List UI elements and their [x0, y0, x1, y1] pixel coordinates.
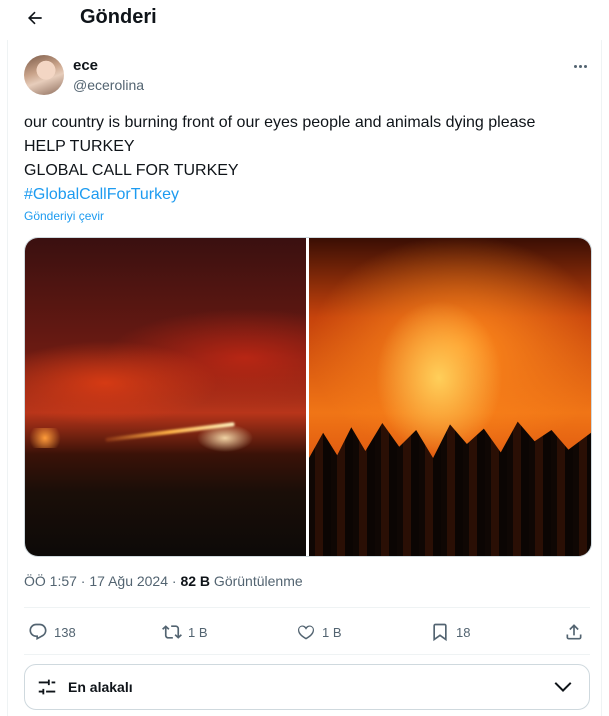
like-count: 1 B — [322, 624, 342, 640]
back-arrow-icon — [28, 11, 42, 25]
sort-label: En alakalı — [68, 679, 133, 695]
wildfire-photo-1[interactable] — [25, 238, 306, 556]
views-count: 82 B — [180, 573, 211, 589]
post-date[interactable]: 17 Ağu 2024 — [89, 573, 168, 589]
like-button[interactable]: 1 B — [296, 618, 342, 646]
reply-icon — [29, 623, 47, 641]
author-handle[interactable]: @ecerolina — [73, 77, 144, 93]
wildfire-photo-2[interactable] — [309, 238, 591, 556]
bookmark-count: 18 — [456, 624, 471, 640]
fire-glow — [25, 428, 65, 448]
chevron-down-icon — [554, 682, 572, 692]
reply-count: 138 — [54, 624, 76, 640]
meta-separator: · — [76, 573, 90, 589]
back-button[interactable] — [22, 5, 48, 31]
reply-button[interactable]: 138 — [28, 618, 76, 646]
views-label: Görüntülenme — [210, 573, 303, 589]
page-header: Gönderi — [0, 0, 609, 38]
repost-count: 1 B — [188, 624, 208, 640]
avatar[interactable] — [24, 55, 64, 95]
sort-dropdown[interactable]: En alakalı — [24, 664, 590, 710]
share-button[interactable] — [564, 618, 584, 646]
divider-top — [24, 607, 590, 608]
repost-icon — [162, 625, 182, 639]
like-icon — [297, 625, 315, 640]
bookmark-button[interactable]: 18 — [430, 618, 470, 646]
divider-bottom — [24, 654, 590, 655]
tree-silhouettes — [309, 421, 591, 556]
post-line: HELP TURKEY — [24, 138, 135, 155]
more-button[interactable] — [570, 58, 590, 74]
more-icon-dot — [583, 64, 587, 68]
meta-separator: · — [168, 573, 181, 589]
frame-border-left — [7, 40, 8, 716]
repost-button[interactable]: 1 B — [162, 618, 208, 646]
sliders-icon — [38, 679, 56, 695]
bookmark-icon — [433, 623, 447, 642]
frame-border-right — [601, 40, 602, 716]
page-title: Gönderi — [80, 6, 157, 28]
translate-link[interactable]: Gönderiyi çevir — [24, 209, 104, 223]
more-icon-dot — [578, 64, 582, 68]
post-media[interactable] — [24, 237, 592, 557]
post-time[interactable]: ÖÖ 1:57 — [24, 573, 77, 589]
share-icon — [566, 624, 582, 640]
post-text: our country is burning front of our eyes… — [24, 111, 594, 207]
more-icon — [573, 64, 577, 68]
author-name[interactable]: ece — [73, 57, 98, 74]
fire-line — [105, 422, 235, 442]
hashtag-link[interactable]: #GlobalCallForTurkey — [24, 183, 594, 207]
post-meta: ÖÖ 1:57 · 17 Ağu 2024 · 82 B Görüntülenm… — [24, 573, 303, 589]
post-line: GLOBAL CALL FOR TURKEY — [24, 162, 239, 179]
action-bar: 138 1 B 1 B 18 — [24, 618, 590, 646]
post-line: our country is burning front of our eyes… — [24, 114, 536, 131]
